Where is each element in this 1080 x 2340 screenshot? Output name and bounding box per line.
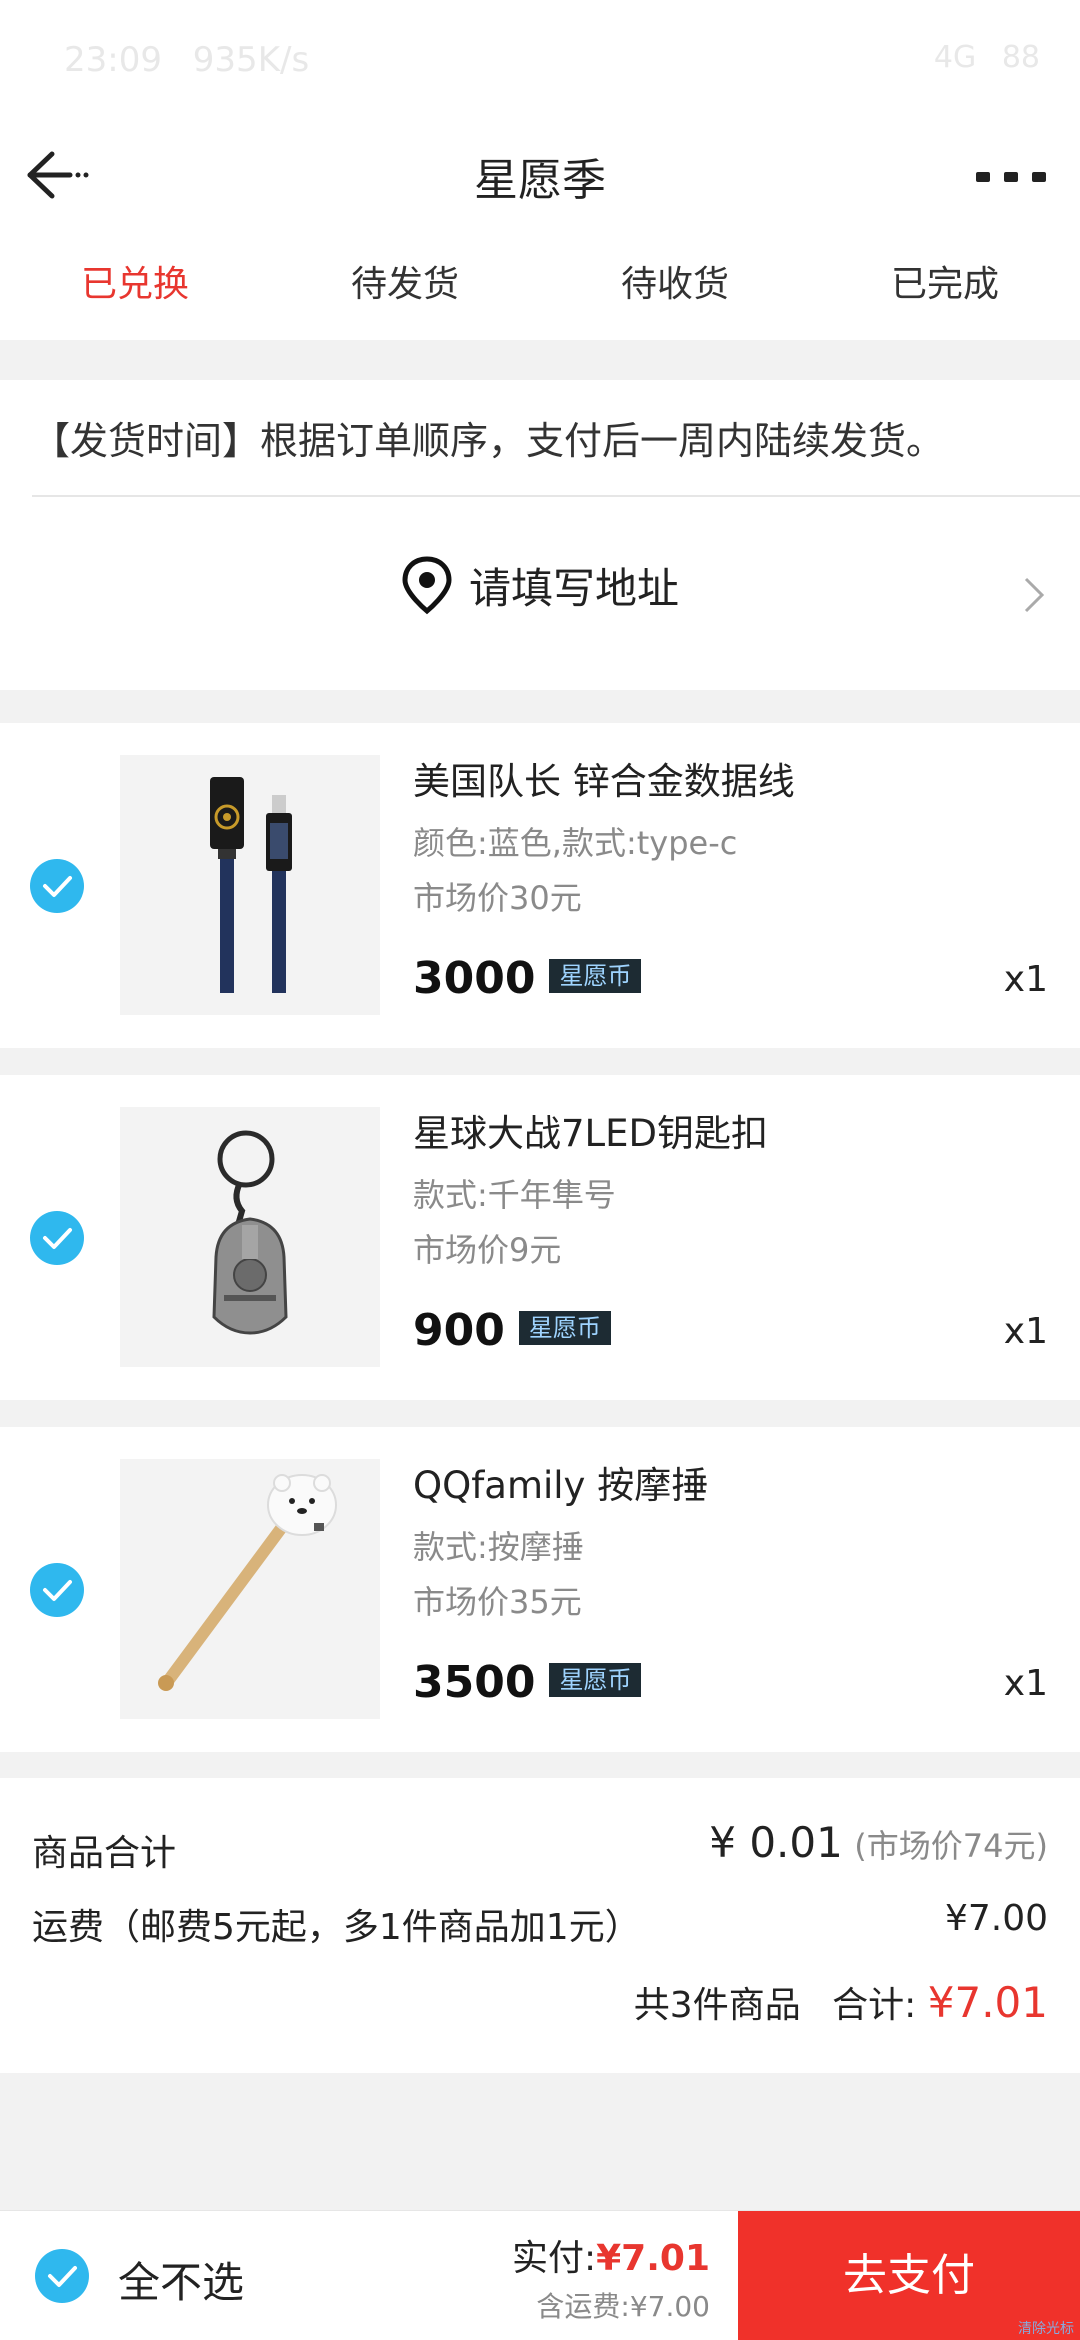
total-label: 合计: (832, 1985, 917, 2026)
item-title: QQfamily 按摩捶 (413, 1464, 709, 1507)
total-group: 共3件商品 合计: ¥7.01 (634, 1976, 1048, 2028)
goods-total-label: 商品合计 (32, 1833, 177, 1874)
chevron-right-icon (1024, 577, 1045, 613)
item-count: 共3件商品 (633, 1985, 801, 2026)
goods-market-price: (市场价74元) (854, 1827, 1048, 1865)
product-image[interactable] (120, 755, 380, 1015)
status-battery: 88 (1001, 40, 1040, 75)
status-right: 4G 88 (934, 40, 1040, 75)
shipping-label: 运费（邮费5元起，多1件商品加1元） (32, 1907, 641, 1948)
data-cable-image (210, 777, 292, 993)
goods-total-value-group: ¥ 0.01 (市场价74元) (709, 1818, 1048, 1867)
item-price: 3000 星愿币 (413, 953, 642, 1004)
tab-redeemed[interactable]: 已兑换 (0, 230, 270, 340)
tab-completed[interactable]: 已完成 (810, 230, 1080, 340)
goods-total-row: 商品合计 ¥ 0.01 (市场价74元) (32, 1818, 1048, 1876)
keychain-image (212, 1130, 288, 1335)
check-icon (43, 1580, 72, 1601)
tab-to-ship[interactable]: 待发货 (270, 230, 540, 340)
tab-to-receive[interactable]: 待收货 (540, 230, 810, 340)
address-label: 请填写地址 (468, 563, 679, 613)
shipping-notice: 【发货时间】根据订单顺序，支付后一周内陆续发货。 (32, 419, 945, 463)
coin-badge: 星愿币 (549, 959, 642, 993)
status-bar: 23:09 935K/s 4G 88 (0, 0, 1080, 120)
goods-total-value: ¥ 0.01 (709, 1818, 843, 1867)
shipping-row: 运费（邮费5元起，多1件商品加1元） ¥7.00 (32, 1898, 1048, 1950)
item-price: 900 星愿币 (413, 1305, 611, 1356)
coin-badge: 星愿币 (518, 1311, 611, 1345)
item-price-value: 900 (413, 1305, 505, 1356)
total-value: ¥7.01 (927, 1978, 1048, 2027)
status-left: 23:09 935K/s (64, 40, 309, 80)
item-title: 星球大战7LED钥匙扣 (413, 1112, 769, 1155)
select-all-label[interactable]: 全不选 (118, 2249, 244, 2310)
shipping-value: ¥7.00 (944, 1898, 1048, 1939)
item-quantity: x1 (1003, 959, 1048, 1000)
item-market-price: 市场价35元 (413, 1583, 582, 1621)
paid-value: ¥7.01 (596, 2238, 710, 2279)
order-summary: 商品合计 ¥ 0.01 (市场价74元) 运费（邮费5元起，多1件商品加1元） … (0, 1778, 1080, 2073)
item-checkbox[interactable] (30, 1211, 84, 1265)
status-time: 23:09 (64, 40, 162, 80)
status-network: 4G (933, 40, 977, 75)
shipping-notice-card: 【发货时间】根据订单顺序，支付后一周内陆续发货。 请填写地址 (0, 380, 1080, 690)
address-row[interactable]: 请填写地址 (0, 535, 1080, 635)
coin-badge: 星愿币 (549, 1663, 642, 1697)
nav-bar: 星愿季 (0, 120, 1080, 230)
check-icon (48, 2266, 77, 2287)
bottom-bar: 全不选 实付:¥7.01 含运费:¥7.00 去支付 清除光标 (0, 2210, 1080, 2340)
item-price: 3500 星愿币 (413, 1657, 642, 1708)
status-speed: 935K/s (192, 40, 310, 80)
item-checkbox[interactable] (30, 859, 84, 913)
select-all-checkbox[interactable] (35, 2249, 89, 2303)
list-item: 星球大战7LED钥匙扣 款式:千年隼号 市场价9元 900 星愿币 x1 (0, 1075, 1080, 1400)
more-dot-icon (1032, 172, 1046, 182)
item-market-price: 市场价30元 (413, 879, 582, 917)
product-image[interactable] (120, 1107, 380, 1367)
item-checkbox[interactable] (30, 1563, 84, 1617)
paid-label: 实付: (511, 2238, 597, 2279)
location-pin-icon (402, 556, 452, 615)
shipping-note: 含运费:¥7.00 (536, 2290, 710, 2323)
item-market-price: 市场价9元 (413, 1231, 562, 1269)
item-price-value: 3500 (413, 1657, 536, 1708)
product-image[interactable] (120, 1459, 380, 1719)
more-dot-icon (976, 172, 990, 182)
check-icon (43, 1228, 72, 1249)
item-price-value: 3000 (413, 953, 536, 1004)
more-dot-icon (1004, 172, 1018, 182)
item-spec: 款式:千年隼号 (413, 1176, 616, 1214)
more-button[interactable] (972, 150, 1052, 200)
item-spec: 颜色:蓝色,款式:type-c (413, 824, 738, 862)
item-quantity: x1 (1003, 1663, 1048, 1704)
divider (32, 495, 1080, 497)
item-spec: 款式:按摩捶 (413, 1528, 584, 1566)
massage-hammer-image (158, 1474, 337, 1691)
page-title: 星愿季 (474, 155, 606, 206)
item-quantity: x1 (1003, 1311, 1048, 1352)
paid-total: 实付:¥7.01 (512, 2229, 710, 2281)
list-item: QQfamily 按摩捶 款式:按摩捶 市场价35元 3500 星愿币 x1 (0, 1427, 1080, 1752)
list-item: 美国队长 锌合金数据线 颜色:蓝色,款式:type-c 市场价30元 3000 星… (0, 723, 1080, 1048)
item-title: 美国队长 锌合金数据线 (413, 760, 795, 803)
corner-mark: 清除光标 (1018, 2321, 1074, 2337)
check-icon (43, 876, 72, 897)
order-tabs: 已兑换 待发货 待收货 已完成 (0, 230, 1080, 340)
